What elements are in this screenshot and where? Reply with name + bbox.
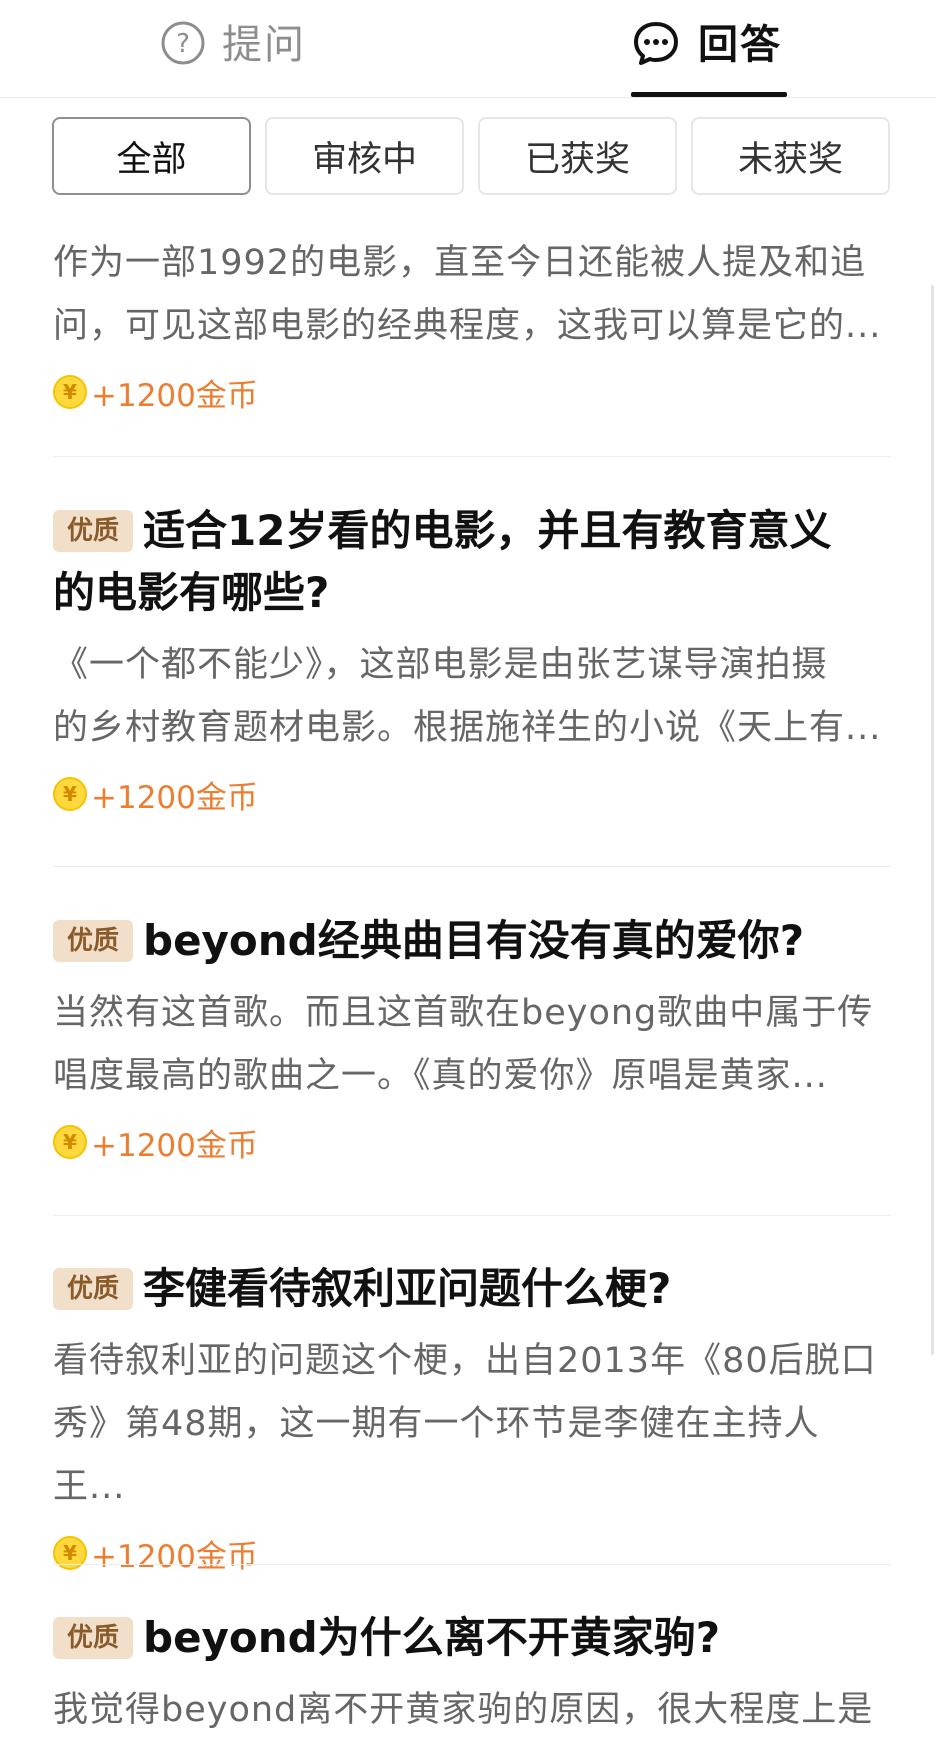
- question-title: 优质 适合12岁看的电影，并且有教育意义: [53, 500, 891, 562]
- scrollbar[interactable]: [931, 285, 934, 1355]
- reward-row: ¥ +1200金币: [53, 372, 891, 414]
- divider: [53, 1564, 891, 1565]
- answer-excerpt-line: 当然有这首歌。而且这首歌在beyong歌曲中属于传: [53, 993, 874, 1033]
- answer-excerpt-line: 我觉得beyond离不开黄家驹的原因，很大程度上是: [53, 1690, 874, 1730]
- answer-item[interactable]: 优质 适合12岁看的电影，并且有教育意义 的电影有哪些? 《一个都不能少》，这部电…: [53, 500, 891, 816]
- tab-ask-label: 提问: [222, 22, 306, 68]
- answer-excerpt-line: 唱度最高的歌曲之一。《真的爱你》原唱是黄家...: [53, 1056, 828, 1096]
- reward-amount: +1200金币: [91, 1127, 258, 1164]
- question-title-line2: 的电影有哪些?: [53, 568, 330, 617]
- answer-excerpt-line: 作为一部1992的电影，直至今日还能被人提及和追: [53, 243, 867, 283]
- svg-text:?: ?: [176, 29, 190, 59]
- answer-item[interactable]: 优质 李健看待叙利亚问题什么梗? 看待叙利亚的问题这个梗，出自2013年《80后脱…: [53, 1258, 891, 1575]
- question-title: 优质 李健看待叙利亚问题什么梗?: [53, 1258, 891, 1320]
- reward-row: ¥ +1200金币: [53, 774, 891, 816]
- reward-amount: +1200金币: [91, 377, 258, 414]
- divider: [53, 1215, 891, 1216]
- question-title: 优质 beyond为什么离不开黄家驹?: [53, 1607, 891, 1669]
- question-circle-icon: ?: [160, 20, 206, 70]
- tab-answer-label: 回答: [698, 22, 782, 68]
- chat-bubble-icon: [632, 20, 680, 70]
- answer-excerpt-line: 秀》第48期，这一期有一个环节是李健在主持人王...: [53, 1404, 820, 1507]
- answer-excerpt-line: 看待叙利亚的问题这个梗，出自2013年《80后脱口: [53, 1341, 877, 1381]
- filter-reviewing[interactable]: 审核中: [265, 117, 464, 195]
- answer-item[interactable]: 优质 beyond经典曲目有没有真的爱你? 当然有这首歌。而且这首歌在beyong…: [53, 910, 891, 1164]
- tab-answer[interactable]: 回答: [632, 0, 782, 94]
- question-title: 优质 beyond经典曲目有没有真的爱你?: [53, 910, 891, 972]
- answer-excerpt-line: 问，可见这部电影的经典程度，这我可以算是它的...: [53, 306, 882, 346]
- coin-icon: ¥: [53, 777, 87, 811]
- quality-badge: 优质: [53, 510, 133, 552]
- coin-icon: ¥: [53, 375, 87, 409]
- answer-excerpt-line: 的乡村教育题材电影。根据施祥生的小说《天上有...: [53, 708, 882, 748]
- answer-excerpt-line: 《一个都不能少》，这部电影是由张艺谋导演拍摄: [53, 645, 828, 685]
- top-tab-bar: ? 提问 回答: [0, 0, 936, 98]
- coin-icon: ¥: [53, 1125, 87, 1159]
- filter-all[interactable]: 全部: [52, 117, 251, 195]
- answer-item[interactable]: 优质 beyond为什么离不开黄家驹? 我觉得beyond离不开黄家驹的原因，很大…: [53, 1607, 891, 1742]
- filter-bar: 全部 审核中 已获奖 未获奖: [52, 117, 890, 197]
- tab-ask[interactable]: ? 提问: [160, 0, 306, 94]
- answer-item[interactable]: 作为一部1992的电影，直至今日还能被人提及和追 问，可见这部电影的经典程度，这…: [53, 232, 891, 414]
- filter-awarded[interactable]: 已获奖: [478, 117, 677, 195]
- quality-badge: 优质: [53, 1268, 133, 1310]
- reward-row: ¥ +1200金币: [53, 1122, 891, 1164]
- quality-badge: 优质: [53, 920, 133, 962]
- reward-row: ¥ +1200金币: [53, 1533, 891, 1575]
- quality-badge: 优质: [53, 1617, 133, 1659]
- divider: [53, 866, 891, 867]
- active-tab-indicator: [631, 92, 787, 97]
- filter-not-awarded[interactable]: 未获奖: [691, 117, 890, 195]
- reward-amount: +1200金币: [91, 779, 258, 816]
- reward-amount: +1200金币: [91, 1538, 258, 1575]
- divider: [53, 456, 891, 457]
